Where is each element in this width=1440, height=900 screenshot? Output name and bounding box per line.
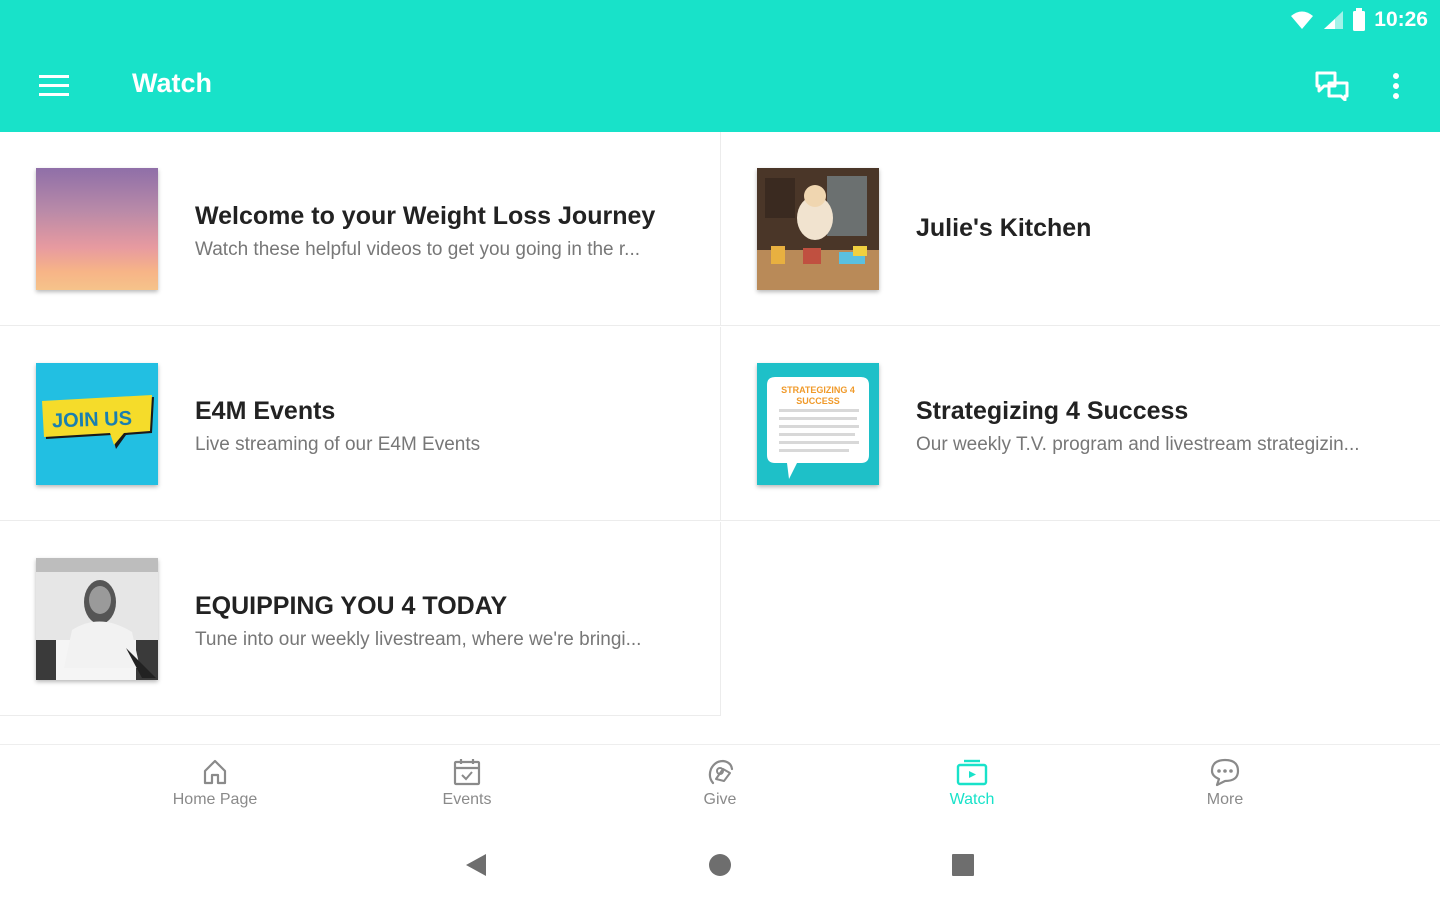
sunset-thumbnail	[36, 168, 158, 290]
home-icon	[203, 759, 227, 785]
nav-events[interactable]: Events	[397, 757, 537, 809]
overflow-menu-button[interactable]	[1376, 64, 1416, 108]
chat-bubble-icon	[1210, 758, 1240, 787]
join-us-label: JOIN US	[51, 407, 133, 433]
item-subtitle: Live streaming of our E4M Events	[195, 434, 481, 455]
nav-more[interactable]: More	[1155, 757, 1295, 809]
nav-label: Watch	[949, 791, 995, 808]
more-vert-icon	[1393, 73, 1399, 99]
item-title: Welcome to your Weight Loss Journey	[195, 202, 656, 230]
nav-give[interactable]: Give	[650, 757, 790, 809]
system-recents-button[interactable]	[943, 850, 983, 880]
battery-icon	[1353, 8, 1366, 31]
item-title: E4M Events	[195, 397, 336, 425]
back-triangle-icon	[466, 854, 486, 876]
list-item[interactable]: JOIN US E4M Events Live streaming of our…	[0, 327, 721, 521]
home-circle-icon	[709, 854, 731, 876]
status-time: 10:26	[1374, 8, 1428, 31]
nav-home-page[interactable]: Home Page	[145, 757, 285, 809]
watch-grid: Welcome to your Weight Loss Journey Watc…	[0, 132, 1440, 718]
wifi-icon	[1291, 11, 1314, 29]
item-title: Strategizing 4 Success	[916, 397, 1189, 425]
system-home-button[interactable]	[700, 850, 740, 880]
list-item[interactable]: Julie's Kitchen	[721, 132, 1440, 326]
bottom-navigation: Home Page Events Give Watch More	[0, 744, 1440, 830]
list-item[interactable]: STRATEGIZING 4 SUCCESS Strategizing 4 Su…	[721, 327, 1440, 521]
item-subtitle: Tune into our weekly livestream, where w…	[195, 629, 642, 650]
strategizing-label: STRATEGIZING 4 SUCCESS	[781, 385, 855, 406]
item-title: Julie's Kitchen	[916, 214, 1092, 242]
list-item[interactable]: Welcome to your Weight Loss Journey Watc…	[0, 132, 721, 326]
give-icon	[708, 759, 734, 785]
nav-watch[interactable]: Watch	[902, 757, 1042, 809]
strategizing-thumbnail: STRATEGIZING 4 SUCCESS	[757, 363, 879, 485]
system-navigation-bar	[0, 830, 1440, 900]
item-title: EQUIPPING YOU 4 TODAY	[195, 592, 508, 620]
system-back-button[interactable]	[456, 850, 496, 880]
status-bar: 10:26	[1290, 6, 1428, 34]
signal-icon	[1324, 11, 1344, 29]
hamburger-menu-icon	[39, 75, 69, 96]
menu-button[interactable]	[32, 66, 76, 106]
conversation-icon	[1315, 71, 1349, 101]
recents-square-icon	[952, 854, 974, 876]
nav-label: Home Page	[172, 791, 258, 808]
page-title: Watch	[132, 68, 212, 98]
tv-icon	[956, 759, 988, 786]
kitchen-thumbnail	[757, 168, 879, 290]
list-item[interactable]: EQUIPPING YOU 4 TODAY Tune into our week…	[0, 522, 721, 716]
join-us-thumbnail: JOIN US	[36, 363, 158, 485]
item-subtitle: Watch these helpful videos to get you go…	[195, 239, 641, 260]
nav-label: More	[1206, 791, 1244, 808]
app-bar: 10:26 Watch	[0, 0, 1440, 132]
nav-label: Events	[442, 791, 492, 808]
nav-label: Give	[703, 791, 737, 808]
portrait-thumbnail	[36, 558, 158, 680]
item-subtitle: Our weekly T.V. program and livestream s…	[916, 434, 1360, 455]
messages-button[interactable]	[1310, 64, 1354, 108]
calendar-icon	[453, 759, 481, 786]
